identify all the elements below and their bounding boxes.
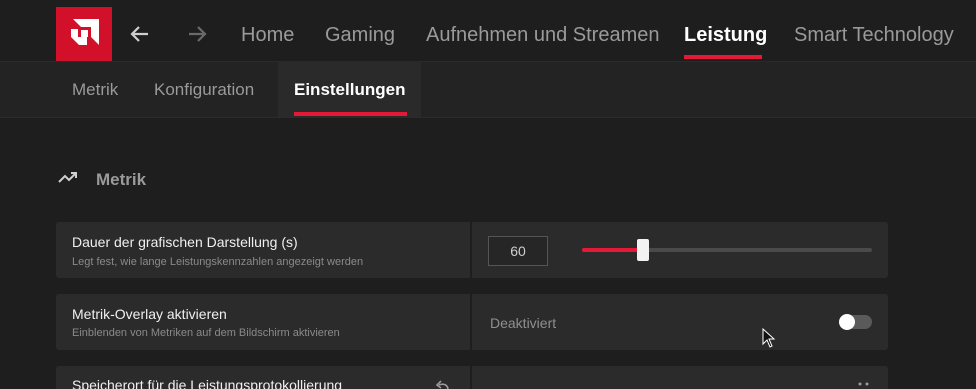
reset-icon[interactable] [434,380,450,389]
setting-description: Legt fest, wie lange Leistungskennzahlen… [72,256,364,268]
amd-logo[interactable] [56,7,112,61]
setting-label: Dauer der grafischen Darstellung (s) [72,234,298,250]
mouse-cursor-icon [762,328,776,348]
setting-row-duration: Dauer der grafischen Darstellung (s) Leg… [56,222,888,278]
section-title: Metrik [96,170,147,189]
slider-fill [582,248,643,252]
tab-metrik[interactable]: Metrik [56,62,134,118]
arrow-right-icon [189,26,207,42]
setting-row-log-location: Speicherort für die Leistungsprotokollie… [56,366,888,389]
amd-logo-icon [71,19,99,45]
setting-info: Metrik-Overlay aktivieren Einblenden von… [56,294,472,350]
trending-up-icon [58,172,77,183]
subtab-active-indicator [294,112,407,116]
setting-description: Einblenden von Metriken auf dem Bildschi… [72,327,340,339]
nav-gaming[interactable]: Gaming [325,24,395,47]
overlay-state-text: Deaktiviert [490,315,557,331]
toggle-knob [839,314,855,330]
nav-smart-technology[interactable]: Smart Technology [794,24,954,47]
nav-aufnehmen-und-streamen[interactable]: Aufnehmen und Streamen [426,24,660,47]
setting-info: Dauer der grafischen Darstellung (s) Leg… [56,222,472,278]
setting-label: Metrik-Overlay aktivieren [72,306,227,322]
slider-thumb[interactable] [637,239,649,261]
overlay-toggle[interactable] [839,314,872,330]
duration-slider[interactable] [582,239,872,261]
nav-home[interactable]: Home [241,24,294,47]
tab-konfiguration[interactable]: Konfiguration [138,62,270,118]
top-navigation: Home Gaming Aufnehmen und Streamen Leist… [0,0,976,62]
nav-leistung[interactable]: Leistung [684,24,767,47]
setting-label: Speicherort für die Leistungsprotokollie… [72,377,343,389]
browse-icon[interactable] [856,378,872,388]
tab-einstellungen[interactable]: Einstellungen [278,62,422,118]
duration-value-input[interactable]: 60 [488,236,548,266]
arrow-left-icon [130,26,148,42]
nav-active-indicator [684,55,762,59]
back-button[interactable] [128,22,152,46]
sub-tab-bar: Metrik Konfiguration Einstellungen [0,62,976,118]
forward-button[interactable] [185,22,209,46]
setting-info: Speicherort für die Leistungsprotokollie… [56,366,472,389]
